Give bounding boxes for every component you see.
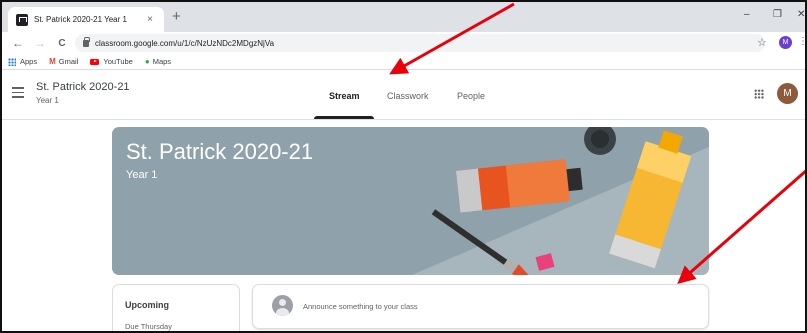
apps-grid-icon: [8, 57, 16, 66]
bookmark-apps[interactable]: Apps: [8, 57, 37, 66]
url-text[interactable]: classroom.google.com/u/1/c/NzUzNDc2MDgzN…: [95, 39, 274, 48]
bookmark-star-icon[interactable]: ☆: [757, 36, 767, 49]
class-banner: St. Patrick 2020-21 Year 1: [112, 127, 709, 275]
youtube-icon: [90, 58, 100, 65]
announce-placeholder[interactable]: Announce something to your class: [303, 302, 418, 311]
browser-toolbar: ← → C classroom.google.com/u/1/c/NzUzNDc…: [2, 32, 805, 54]
announce-box[interactable]: Announce something to your class: [252, 284, 709, 329]
browser-menu-icon[interactable]: ⋮: [798, 36, 805, 47]
close-window-icon[interactable]: ✕: [797, 9, 805, 20]
user-avatar[interactable]: M: [777, 83, 798, 104]
restore-icon[interactable]: ❐: [773, 9, 782, 20]
tab-people[interactable]: People: [457, 91, 485, 101]
tab-close-icon[interactable]: ×: [144, 14, 156, 25]
reload-icon[interactable]: C: [54, 38, 70, 49]
lock-icon[interactable]: [83, 36, 90, 47]
bookmarks-bar: Apps M Gmail YouTube ● Maps: [2, 54, 805, 70]
address-bar[interactable]: classroom.google.com/u/1/c/NzUzNDc2MDgzN…: [75, 34, 765, 52]
tab-title: St. Patrick 2020-21 Year 1: [34, 15, 127, 24]
bookmark-youtube[interactable]: YouTube: [90, 57, 133, 66]
bookmark-gmail[interactable]: M Gmail: [49, 57, 78, 66]
browser-tab[interactable]: St. Patrick 2020-21 Year 1 ×: [8, 7, 164, 32]
bookmark-label: Maps: [152, 57, 172, 66]
bookmark-label: Apps: [20, 57, 38, 66]
browser-window: St. Patrick 2020-21 Year 1 × + – ❐ ✕ ← →…: [0, 0, 807, 333]
gmail-icon: M: [49, 56, 56, 66]
bookmark-label: Gmail: [58, 57, 79, 66]
minimize-icon[interactable]: –: [744, 9, 750, 20]
new-tab-button[interactable]: +: [172, 8, 181, 25]
upcoming-card: Upcoming Due Thursday: [112, 284, 240, 331]
header-class-section: Year 1: [36, 96, 59, 105]
google-apps-icon[interactable]: [754, 89, 764, 99]
main-menu-icon[interactable]: [12, 87, 24, 101]
browser-profile-avatar[interactable]: M: [779, 36, 792, 49]
banner-class-title[interactable]: St. Patrick 2020-21: [126, 139, 313, 165]
back-arrow-icon[interactable]: ←: [10, 36, 26, 50]
tab-strip: St. Patrick 2020-21 Year 1 × + – ❐ ✕: [2, 2, 805, 32]
banner-class-section: Year 1: [126, 169, 158, 181]
tab-classwork[interactable]: Classwork: [387, 91, 429, 101]
maps-icon: ●: [144, 56, 150, 66]
classroom-header: St. Patrick 2020-21 Year 1 Stream Classw…: [2, 71, 805, 120]
author-avatar-icon: [272, 295, 293, 316]
active-tab-indicator: [314, 116, 374, 119]
upcoming-due-date: Due Thursday: [125, 322, 172, 331]
classroom-favicon-icon: [16, 13, 28, 26]
bookmark-label: YouTube: [103, 57, 133, 66]
bookmark-maps[interactable]: ● Maps: [145, 57, 171, 66]
tab-stream[interactable]: Stream: [329, 91, 360, 101]
forward-arrow-icon[interactable]: →: [32, 36, 48, 50]
header-class-name[interactable]: St. Patrick 2020-21: [36, 81, 130, 93]
upcoming-title: Upcoming: [125, 300, 169, 310]
